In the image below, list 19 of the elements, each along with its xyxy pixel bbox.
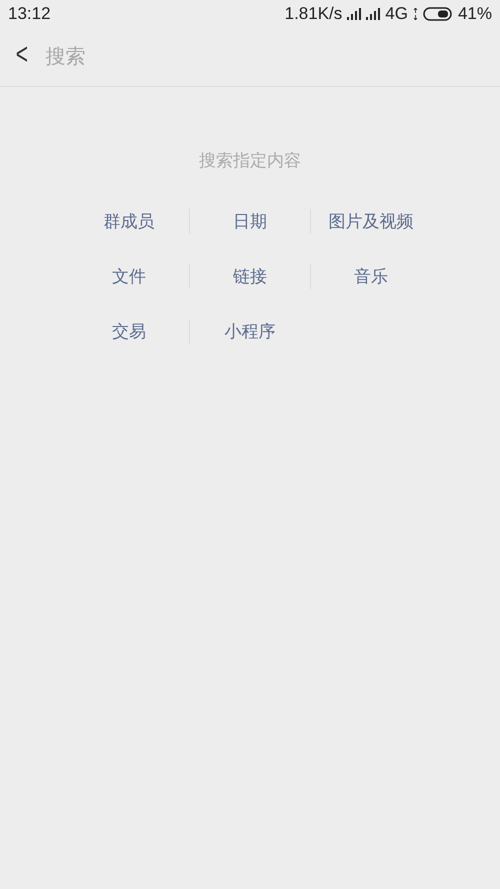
signal-icon	[347, 8, 362, 20]
back-button[interactable]: <	[6, 38, 34, 76]
category-link[interactable]: 音乐	[354, 265, 388, 288]
battery-icon	[422, 7, 453, 21]
network-type: 4G	[385, 4, 408, 24]
signal-icon	[366, 8, 380, 20]
category-link[interactable]: 文件	[112, 265, 146, 288]
status-time: 13:12	[8, 4, 51, 24]
category-link[interactable]: 日期	[233, 210, 267, 233]
battery-level: 41%	[458, 4, 492, 24]
data-arrows-icon	[412, 8, 418, 20]
category-link[interactable]: 交易	[112, 320, 146, 343]
category-link[interactable]: 链接	[233, 265, 267, 288]
category-link[interactable]: 群成员	[104, 210, 154, 233]
network-speed: 1.81K/s	[284, 4, 342, 24]
category-link[interactable]: 图片及视频	[328, 210, 414, 233]
search-hint: 搜索指定内容	[198, 150, 302, 172]
category-link[interactable]: 小程序	[224, 320, 276, 343]
search-field[interactable]: 搜索	[40, 46, 352, 68]
